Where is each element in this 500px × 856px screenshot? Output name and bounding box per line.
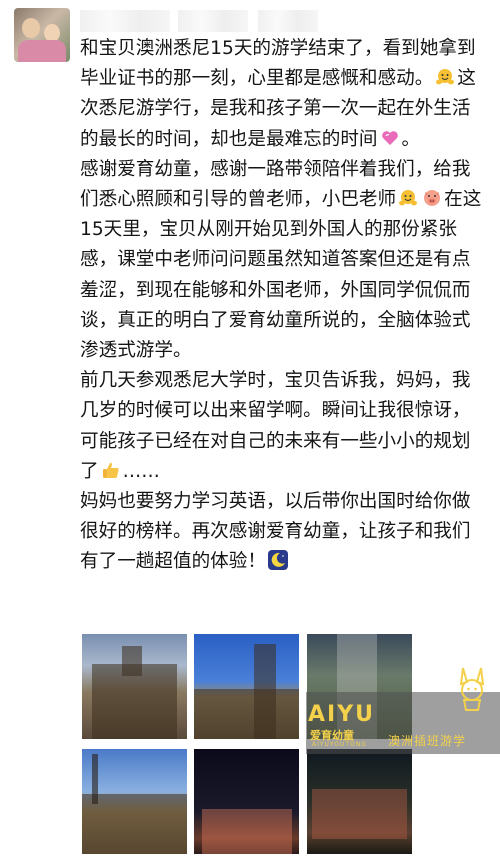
photo-clock-tower[interactable] [194, 634, 299, 739]
pig-face-icon [424, 190, 441, 207]
post-text: 和宝贝澳洲悉尼15天的游学结束了，看到她拿到毕业证书的那一刻，心里都是感慨和感动… [80, 34, 485, 578]
post-text-part: 在这15天里，宝贝从刚开始见到外国人的那份紧张感，课堂中老师问问题虽然知道答案但… [80, 189, 482, 482]
crescent-moon-icon [267, 550, 288, 571]
rabbit-mascot-icon [459, 667, 485, 711]
aiyu-logo-en: AIYUYOUTONG [312, 741, 367, 748]
hug-emoji-icon [436, 69, 455, 85]
photo-sandstone-quadrangle[interactable] [82, 749, 187, 854]
watermark-slogan: 澳洲插班游学 [388, 734, 467, 748]
post-text-part: 和宝贝澳洲悉尼15天的游学结束了，看到她拿到毕业证书的那一刻，心里都是感慨和感动… [80, 38, 476, 90]
aiyu-logo: AIYU [308, 702, 376, 727]
pink-heart-icon [381, 130, 398, 145]
photo-evening-gathering[interactable] [307, 749, 412, 854]
photo-sydney-university-building[interactable] [82, 634, 187, 739]
thumbs-up-icon [102, 462, 119, 478]
hug-emoji-icon [399, 190, 418, 206]
avatar[interactable] [14, 8, 70, 62]
photo-night-group[interactable] [194, 749, 299, 854]
